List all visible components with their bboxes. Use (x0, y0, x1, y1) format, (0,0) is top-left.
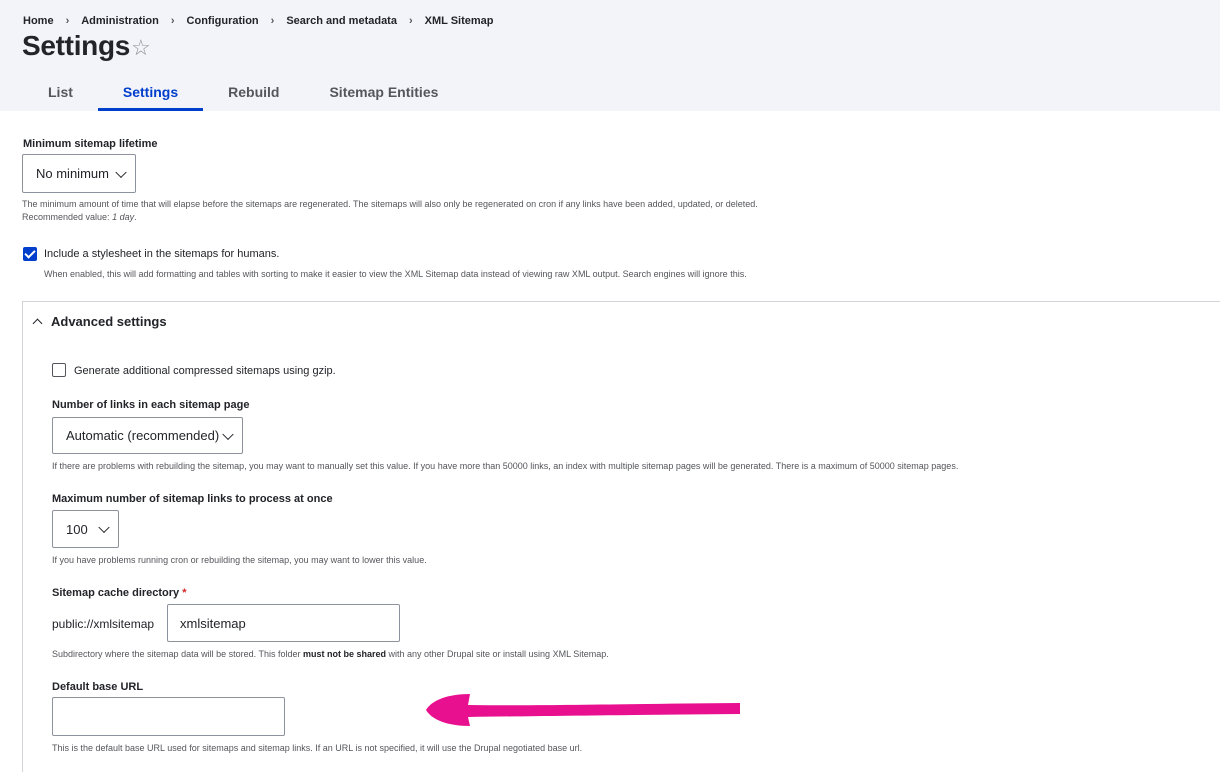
breadcrumb-administration[interactable]: Administration (81, 15, 159, 27)
base-url-input[interactable] (52, 697, 285, 736)
chevron-down-icon (222, 428, 234, 440)
min-lifetime-select[interactable]: No minimum (22, 154, 136, 193)
breadcrumb-xml-sitemap[interactable]: XML Sitemap (425, 15, 494, 27)
stylesheet-label[interactable]: Include a stylesheet in the sitemaps for… (44, 248, 279, 260)
breadcrumb-separator: › (408, 15, 413, 27)
chevron-down-icon (115, 166, 127, 178)
star-icon[interactable]: ☆ (131, 35, 151, 61)
tab-settings[interactable]: Settings (97, 74, 204, 111)
recommended-suffix: . (134, 212, 137, 222)
breadcrumb: Home › Administration › Configuration › … (23, 15, 494, 27)
tab-sitemap-entities[interactable]: Sitemap Entities (304, 74, 463, 111)
chevron-down-icon (98, 521, 110, 534)
recommended-value-text: 1 day (112, 212, 135, 222)
recommended-value: Recommended value: 1 day. (22, 211, 1122, 224)
gzip-label[interactable]: Generate additional compressed sitemaps … (74, 365, 336, 377)
cache-dir-label-text: Sitemap cache directory (52, 587, 180, 599)
cache-dir-description: Subdirectory where the sitemap data will… (52, 648, 1152, 661)
min-lifetime-value: No minimum (36, 166, 109, 181)
cache-dir-desc-before: Subdirectory where the sitemap data will… (52, 649, 303, 659)
batch-limit-label: Maximum number of sitemap links to proce… (52, 493, 333, 505)
tab-rebuild[interactable]: Rebuild (203, 74, 304, 111)
advanced-settings-title: Advanced settings (51, 314, 167, 329)
cache-dir-input[interactable]: xmlsitemap (167, 604, 400, 642)
min-lifetime-description-text: The minimum amount of time that will ela… (22, 199, 758, 209)
gzip-checkbox[interactable] (52, 363, 66, 377)
base-url-description: This is the default base URL used for si… (52, 743, 583, 753)
links-per-page-description: If there are problems with rebuilding th… (52, 461, 959, 471)
breadcrumb-search-metadata[interactable]: Search and metadata (286, 15, 397, 27)
stylesheet-checkbox[interactable] (23, 247, 37, 261)
cache-dir-desc-after: with any other Drupal site or install us… (385, 649, 609, 659)
advanced-settings-summary[interactable]: Advanced settings (32, 314, 167, 329)
annotation-arrow (426, 694, 740, 726)
batch-limit-description: If you have problems running cron or reb… (52, 555, 427, 565)
breadcrumb-separator: › (270, 15, 275, 27)
base-url-label: Default base URL (52, 681, 144, 693)
stylesheet-description: When enabled, this will add formatting a… (44, 269, 747, 279)
required-marker: * (182, 587, 187, 599)
links-per-page-label: Number of links in each sitemap page (52, 399, 250, 411)
min-lifetime-label: Minimum sitemap lifetime (23, 138, 158, 150)
links-per-page-select[interactable]: Automatic (recommended) (52, 417, 243, 454)
recommended-prefix: Recommended value: (22, 212, 113, 222)
links-per-page-value: Automatic (recommended) (66, 428, 220, 443)
page-title: Settings (22, 30, 131, 61)
breadcrumb-home[interactable]: Home (23, 15, 54, 27)
chevron-up-icon (32, 318, 43, 329)
breadcrumb-separator: › (170, 15, 175, 27)
page-header: Home › Administration › Configuration › … (0, 0, 1220, 111)
min-lifetime-description: The minimum amount of time that will ela… (22, 198, 1122, 224)
cache-dir-desc-bold: must not be shared (302, 649, 386, 659)
tab-list[interactable]: List (23, 74, 98, 111)
breadcrumb-separator: › (65, 15, 70, 27)
primary-tabs: List Settings Rebuild Sitemap Entities (23, 74, 463, 111)
cache-dir-prefix: public://xmlsitemap (52, 617, 155, 631)
batch-limit-value: 100 (66, 521, 88, 537)
batch-limit-select[interactable]: 100 (52, 510, 119, 548)
breadcrumb-configuration[interactable]: Configuration (187, 15, 259, 27)
cache-dir-label: Sitemap cache directory * (52, 587, 187, 599)
